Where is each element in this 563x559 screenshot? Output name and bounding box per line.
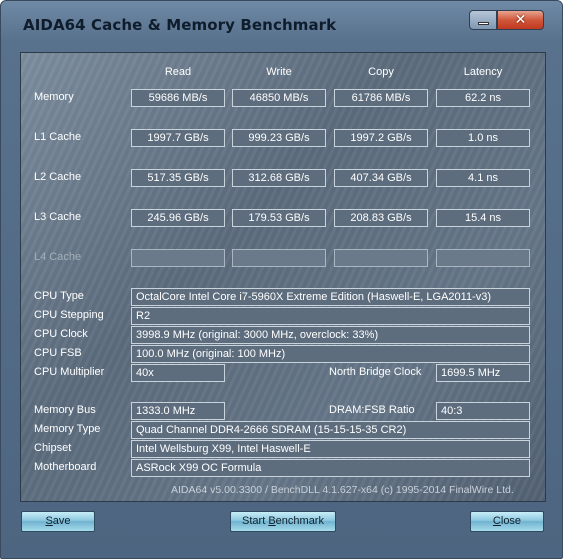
memory-read-value: 59686 MB/s bbox=[131, 89, 225, 107]
l2-latency-value: 4.1 ns bbox=[436, 169, 530, 187]
chipset-label: Chipset bbox=[34, 442, 72, 454]
column-header-write: Write bbox=[266, 66, 292, 78]
close-mnemonic: C bbox=[492, 515, 501, 527]
l3-latency-value: 15.4 ns bbox=[436, 209, 530, 227]
benchmark-window: AIDA64 Cache & Memory Benchmark ✕ Read W… bbox=[0, 0, 563, 559]
memory-copy-value: 61786 MB/s bbox=[334, 89, 428, 107]
row-label-memory: Memory bbox=[34, 91, 74, 103]
cpu-clock-label: CPU Clock bbox=[34, 328, 88, 340]
l4-copy-value bbox=[334, 249, 428, 267]
chipset-value: Intel Wellsburg X99, Intel Haswell-E bbox=[131, 440, 530, 458]
l3-copy-value: 208.83 GB/s bbox=[334, 209, 428, 227]
l4-write-value bbox=[232, 249, 326, 267]
results-panel: Read Write Copy Latency Memory 59686 MB/… bbox=[20, 52, 546, 502]
l1-latency-value: 1.0 ns bbox=[436, 129, 530, 147]
memory-write-value: 46850 MB/s bbox=[232, 89, 326, 107]
cpu-stepping-label: CPU Stepping bbox=[34, 309, 104, 321]
cpu-multiplier-label: CPU Multiplier bbox=[34, 366, 105, 378]
close-icon: ✕ bbox=[514, 12, 527, 28]
version-copyright-text: AIDA64 v5.00.3300 / BenchDLL 4.1.627-x64… bbox=[171, 484, 514, 496]
cpu-clock-value: 3998.9 MHz (original: 3000 MHz, overcloc… bbox=[131, 326, 530, 344]
dram-fsb-ratio-value: 40:3 bbox=[436, 402, 530, 420]
close-window-button[interactable]: ✕ bbox=[497, 10, 544, 30]
minimize-icon bbox=[478, 22, 489, 25]
column-header-latency: Latency bbox=[463, 66, 503, 78]
save-button[interactable]: Save bbox=[21, 511, 95, 532]
cpu-multiplier-value: 40x bbox=[131, 364, 225, 382]
l1-write-value: 999.23 GB/s bbox=[232, 129, 326, 147]
close-label-rest: lose bbox=[500, 515, 522, 527]
l3-read-value: 245.96 GB/s bbox=[131, 209, 225, 227]
cpu-type-label: CPU Type bbox=[34, 290, 84, 302]
window-title: AIDA64 Cache & Memory Benchmark bbox=[23, 16, 337, 34]
close-button[interactable]: Close bbox=[470, 511, 544, 532]
l1-copy-value: 1997.2 GB/s bbox=[334, 129, 428, 147]
row-label-l1-cache: L1 Cache bbox=[34, 131, 82, 143]
cpu-fsb-value: 100.0 MHz (original: 100 MHz) bbox=[131, 345, 530, 363]
l1-read-value: 1997.7 GB/s bbox=[131, 129, 225, 147]
row-label-l4-cache: L4 Cache bbox=[34, 251, 82, 263]
l2-write-value: 312.68 GB/s bbox=[232, 169, 326, 187]
start-benchmark-button[interactable]: Start Benchmark bbox=[230, 511, 336, 532]
row-label-l2-cache: L2 Cache bbox=[34, 171, 82, 183]
title-bar[interactable]: AIDA64 Cache & Memory Benchmark ✕ bbox=[1, 1, 562, 45]
l3-write-value: 179.53 GB/s bbox=[232, 209, 326, 227]
minimize-button[interactable] bbox=[469, 10, 497, 30]
memory-type-label: Memory Type bbox=[34, 423, 101, 435]
save-label-rest: ave bbox=[52, 515, 71, 527]
column-header-copy: Copy bbox=[368, 66, 394, 78]
cpu-type-value: OctalCore Intel Core i7-5960X Extreme Ed… bbox=[131, 288, 530, 306]
l2-read-value: 517.35 GB/s bbox=[131, 169, 225, 187]
cpu-stepping-value: R2 bbox=[131, 307, 530, 325]
column-header-read: Read bbox=[164, 66, 192, 78]
dram-fsb-ratio-label: DRAM:FSB Ratio bbox=[329, 404, 415, 416]
start-label-rest: enchmark bbox=[275, 515, 324, 527]
motherboard-value: ASRock X99 OC Formula bbox=[131, 459, 530, 477]
l4-latency-value bbox=[436, 249, 530, 267]
memory-bus-value: 1333.0 MHz bbox=[131, 402, 225, 420]
cpu-fsb-label: CPU FSB bbox=[34, 347, 82, 359]
row-label-l3-cache: L3 Cache bbox=[34, 211, 82, 223]
l4-read-value bbox=[131, 249, 225, 267]
memory-latency-value: 62.2 ns bbox=[436, 89, 530, 107]
save-mnemonic: S bbox=[45, 515, 53, 527]
start-label-prefix: Start bbox=[242, 515, 269, 527]
memory-type-value: Quad Channel DDR4-2666 SDRAM (15-15-15-3… bbox=[131, 421, 530, 439]
north-bridge-clock-label: North Bridge Clock bbox=[329, 366, 422, 378]
motherboard-label: Motherboard bbox=[34, 461, 97, 473]
north-bridge-clock-value: 1699.5 MHz bbox=[436, 364, 530, 382]
start-mnemonic: B bbox=[268, 515, 276, 527]
l2-copy-value: 407.34 GB/s bbox=[334, 169, 428, 187]
memory-bus-label: Memory Bus bbox=[34, 404, 96, 416]
